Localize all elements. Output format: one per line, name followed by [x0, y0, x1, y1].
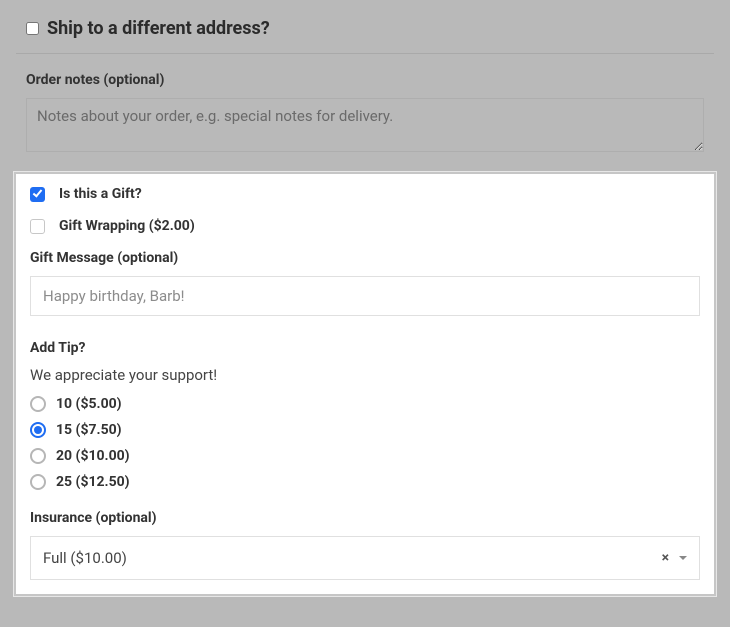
tip-option-25-label[interactable]: 25 ($12.50) [56, 474, 130, 490]
tip-option-20-radio[interactable] [30, 448, 46, 464]
is-gift-checkbox[interactable] [30, 187, 45, 202]
tip-label: Add Tip? [30, 340, 700, 356]
ship-to-different-checkbox[interactable] [26, 22, 39, 35]
tip-option-15-radio[interactable] [30, 422, 46, 438]
insurance-clear-icon[interactable]: × [662, 550, 669, 566]
insurance-label: Insurance (optional) [30, 510, 700, 526]
tip-option-25-radio[interactable] [30, 474, 46, 490]
gift-wrap-checkbox[interactable] [30, 219, 45, 234]
ship-to-different-label[interactable]: Ship to a different address? [47, 18, 270, 39]
tip-option-10-radio[interactable] [30, 396, 46, 412]
is-gift-label[interactable]: Is this a Gift? [59, 186, 142, 202]
order-notes-label: Order notes (optional) [26, 72, 704, 88]
gift-tip-insurance-panel: Is this a Gift? Gift Wrapping ($2.00) Gi… [14, 172, 716, 596]
chevron-down-icon [679, 556, 687, 560]
tip-subtext: We appreciate your support! [30, 366, 700, 384]
gift-message-input[interactable] [30, 276, 700, 316]
gift-wrap-label[interactable]: Gift Wrapping ($2.00) [59, 218, 195, 234]
insurance-selected-value: Full ($10.00) [43, 549, 662, 567]
tip-option-10-label[interactable]: 10 ($5.00) [56, 396, 122, 412]
order-notes-input[interactable] [26, 98, 704, 152]
tip-option-20-label[interactable]: 20 ($10.00) [56, 448, 130, 464]
tip-option-15-label[interactable]: 15 ($7.50) [56, 422, 122, 438]
insurance-select[interactable]: Full ($10.00) × [30, 536, 700, 580]
gift-message-label: Gift Message (optional) [30, 250, 700, 266]
